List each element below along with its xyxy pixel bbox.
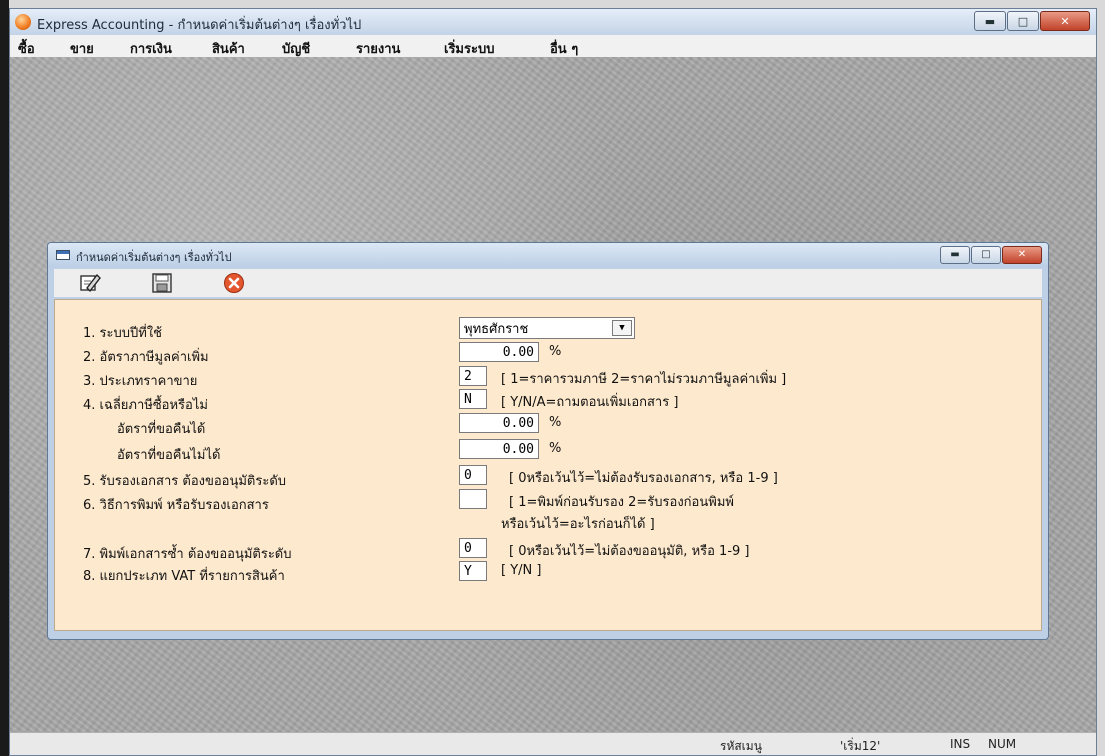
settings-title-bar[interactable]: กำหนดค่าเริ่มต้นต่างๆ เรื่องทั่วไป ▬ □ ✕ — [48, 243, 1048, 267]
document-approval-hint: [ 0หรือเว้นไว้=ไม่ต้องรับรองเอกสาร, หรือ… — [509, 471, 778, 486]
close-button[interactable]: ✕ — [1040, 11, 1090, 31]
app-logo-icon — [15, 14, 31, 30]
refundable-rate-input[interactable]: 0.00 — [459, 413, 539, 433]
save-button[interactable] — [150, 272, 174, 294]
minimize-icon: ▬ — [984, 14, 996, 28]
title-bar[interactable]: Express Accounting - กำหนดค่าเริ่มต้นต่า… — [10, 9, 1096, 35]
menu-others[interactable]: อื่น ๆ — [550, 38, 578, 59]
print-approve-method-hint: [ 1=พิมพ์ก่อนรับรอง 2=รับรองก่อนพิมพ์ — [509, 495, 734, 510]
vat-rate-unit: % — [549, 344, 562, 359]
close-x-icon: ✕ — [1017, 249, 1027, 260]
label-sales-price-type: 3. ประเภทราคาขาย — [83, 374, 198, 389]
reprint-approval-hint: [ 0หรือเว้นไว้=ไม่ต้องขออนุมัติ, หรือ 1-… — [509, 544, 750, 559]
app-window: Express Accounting - กำหนดค่าเริ่มต้นต่า… — [9, 8, 1097, 756]
reprint-approval-input[interactable]: 0 — [459, 538, 487, 558]
menu-sales[interactable]: ขาย — [70, 38, 94, 59]
edit-button[interactable] — [78, 272, 102, 294]
settings-maximize-button[interactable]: □ — [971, 246, 1001, 264]
label-year-system: 1. ระบบปีที่ใช้ — [83, 326, 162, 341]
year-system-value: พุทธศักราช — [464, 321, 529, 337]
label-reprint-approval: 7. พิมพ์เอกสารซ้ำ ต้องขออนุมัติระดับ — [83, 547, 292, 562]
settings-window: กำหนดค่าเริ่มต้นต่างๆ เรื่องทั่วไป ▬ □ ✕ — [47, 242, 1049, 640]
maximize-button[interactable]: □ — [1007, 11, 1039, 31]
num-indicator: NUM — [988, 737, 1017, 751]
sales-price-type-input[interactable]: 2 — [459, 366, 487, 386]
settings-form: 1. ระบบปีที่ใช้ พุทธศักราช ▼ 2. อัตราภาษ… — [54, 299, 1042, 631]
save-icon — [152, 273, 172, 293]
label-print-approve-method: 6. วิธีการพิมพ์ หรือรับรองเอกสาร — [83, 498, 269, 513]
settings-window-controls: ▬ □ ✕ — [939, 246, 1042, 264]
non-refundable-rate-input[interactable]: 0.00 — [459, 439, 539, 459]
label-vat-rate: 2. อัตราภาษีมูลค่าเพิ่ม — [83, 350, 209, 365]
year-system-select[interactable]: พุทธศักราช ▼ — [459, 317, 635, 339]
window-icon — [56, 250, 70, 260]
close-icon — [224, 273, 244, 293]
close-x-icon: ✕ — [1060, 14, 1070, 28]
screen-edge — [0, 0, 9, 756]
refundable-rate-unit: % — [549, 415, 562, 430]
label-document-approval: 5. รับรองเอกสาร ต้องขออนุมัติระดับ — [83, 474, 287, 489]
menu-accounts[interactable]: บัญชี — [282, 38, 310, 59]
edit-icon — [80, 273, 101, 293]
vat-per-item-hint: [ Y/N ] — [501, 563, 542, 578]
toolbar — [54, 269, 1042, 297]
chevron-down-icon[interactable]: ▼ — [612, 320, 632, 336]
settings-window-title: กำหนดค่าเริ่มต้นต่างๆ เรื่องทั่วไป — [76, 251, 232, 264]
label-average-input-tax: 4. เฉลี่ยภาษีซื้อหรือไม่ — [83, 398, 208, 413]
menu-code-value: 'เริ่ม12' — [840, 739, 881, 753]
status-bar: รหัสเมนู 'เริ่ม12' INS NUM — [10, 732, 1096, 755]
minimize-icon: ▬ — [950, 249, 960, 260]
average-input-tax-hint: [ Y/N/A=ถามตอนเพิ่มเอกสาร ] — [501, 395, 679, 410]
label-non-refundable-rate: อัตราที่ขอคืนไม่ได้ — [117, 448, 221, 463]
maximize-icon: □ — [981, 249, 991, 260]
menu-bar: ซื้อ ขาย การเงิน สินค้า บัญชี รายงาน เริ… — [10, 35, 1096, 58]
document-approval-input[interactable]: 0 — [459, 465, 487, 485]
settings-minimize-button[interactable]: ▬ — [940, 246, 970, 264]
ins-indicator: INS — [950, 737, 971, 751]
vat-per-item-input[interactable]: Y — [459, 561, 487, 581]
menu-inventory[interactable]: สินค้า — [212, 38, 245, 59]
menu-finance[interactable]: การเงิน — [130, 38, 172, 59]
minimize-button[interactable]: ▬ — [974, 11, 1006, 31]
sales-price-type-hint: [ 1=ราคารวมภาษี 2=ราคาไม่รวมภาษีมูลค่าเพ… — [501, 372, 787, 387]
print-approve-method-hint-2: หรือเว้นไว้=อะไรก่อนก็ได้ ] — [501, 517, 655, 532]
window-title: Express Accounting - กำหนดค่าเริ่มต้นต่า… — [37, 18, 362, 33]
print-approve-method-input[interactable] — [459, 489, 487, 509]
label-vat-per-item: 8. แยกประเภท VAT ที่รายการสินค้า — [83, 569, 285, 584]
maximize-icon: □ — [1017, 14, 1029, 28]
menu-setup[interactable]: เริ่มระบบ — [444, 38, 494, 59]
menu-purchase[interactable]: ซื้อ — [18, 38, 35, 59]
vat-rate-input[interactable]: 0.00 — [459, 342, 539, 362]
average-input-tax-input[interactable]: N — [459, 389, 487, 409]
workspace-background: กำหนดค่าเริ่มต้นต่างๆ เรื่องทั่วไป ▬ □ ✕ — [10, 57, 1096, 733]
close-form-button[interactable] — [222, 272, 246, 294]
settings-close-button[interactable]: ✕ — [1002, 246, 1042, 264]
non-refundable-rate-unit: % — [549, 441, 562, 456]
menu-reports[interactable]: รายงาน — [356, 38, 400, 59]
label-refundable-rate: อัตราที่ขอคืนได้ — [117, 422, 206, 437]
menu-code-label: รหัสเมนู — [720, 739, 762, 753]
window-controls: ▬ □ ✕ — [973, 11, 1090, 31]
